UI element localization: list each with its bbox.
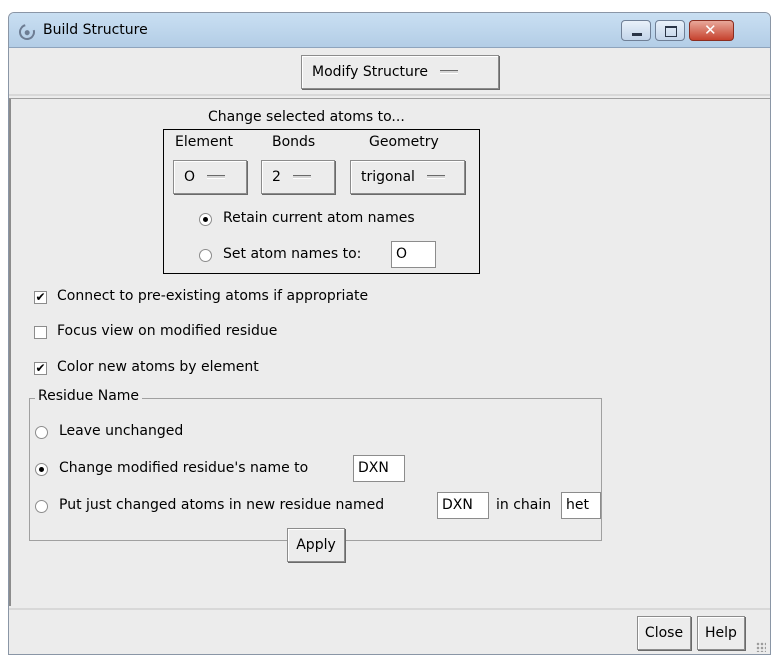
change-residue-name-radio[interactable]	[35, 463, 48, 476]
chimera-app-icon	[16, 21, 38, 43]
geometry-label: Geometry	[369, 134, 439, 150]
leave-unchanged-label: Leave unchanged	[59, 423, 184, 439]
dropdown-indicator-icon	[292, 175, 311, 179]
chain-input[interactable]: het	[561, 492, 601, 519]
apply-button[interactable]: Apply	[287, 528, 345, 562]
bonds-label: Bonds	[272, 134, 316, 150]
dropdown-indicator-icon	[426, 175, 445, 179]
color-label: Color new atoms by element	[57, 359, 259, 375]
change-heading: Change selected atoms to...	[208, 109, 405, 125]
element-menu-button[interactable]: O	[173, 160, 247, 194]
atom-name-input[interactable]: O	[391, 241, 436, 268]
dropdown-indicator-icon	[207, 175, 226, 179]
close-button[interactable]: Close	[637, 616, 691, 650]
mode-menu-label: Modify Structure	[312, 64, 428, 80]
close-window-button[interactable]	[689, 20, 734, 41]
leave-unchanged-radio[interactable]	[35, 426, 48, 439]
color-checkbox[interactable]: ✔	[34, 362, 47, 375]
set-names-radio[interactable]	[199, 249, 212, 262]
retain-names-radio[interactable]	[199, 213, 212, 226]
bonds-value: 2	[272, 169, 281, 185]
new-residue-radio[interactable]	[35, 500, 48, 513]
geometry-value: trigonal	[361, 169, 415, 185]
bottom-button-bar: Close Help	[9, 608, 770, 654]
mode-menu-button[interactable]: Modify Structure	[301, 55, 499, 89]
residue-name-input[interactable]: DXN	[353, 455, 405, 482]
connect-label: Connect to pre-existing atoms if appropr…	[57, 288, 369, 304]
mode-bar: Modify Structure	[9, 48, 770, 96]
maximize-button[interactable]	[655, 20, 685, 41]
change-residue-name-label: Change modified residue's name to	[59, 460, 309, 476]
window-title: Build Structure	[43, 22, 148, 38]
minimize-button[interactable]	[621, 20, 651, 41]
retain-names-label: Retain current atom names	[223, 210, 415, 226]
connect-checkbox[interactable]: ✔	[34, 291, 47, 304]
element-value: O	[184, 169, 196, 185]
focus-label: Focus view on modified residue	[57, 323, 278, 339]
resize-grip-icon[interactable]	[756, 642, 766, 652]
chain-label: in chain	[496, 497, 552, 513]
modify-structure-panel: Change selected atoms to... Element Bond…	[9, 98, 770, 606]
bonds-menu-button[interactable]: 2	[261, 160, 335, 194]
help-button[interactable]: Help	[697, 616, 745, 650]
build-structure-window: Build Structure Modify Structure Change …	[8, 12, 771, 655]
new-residue-name-input[interactable]: DXN	[437, 492, 489, 519]
residue-name-legend: Residue Name	[35, 388, 143, 404]
set-names-label: Set atom names to:	[223, 246, 362, 262]
dropdown-indicator-icon	[439, 70, 458, 74]
title-bar[interactable]: Build Structure	[9, 13, 770, 48]
focus-checkbox[interactable]	[34, 326, 47, 339]
geometry-menu-button[interactable]: trigonal	[350, 160, 465, 194]
new-residue-label: Put just changed atoms in new residue na…	[59, 497, 385, 513]
element-label: Element	[175, 134, 233, 150]
